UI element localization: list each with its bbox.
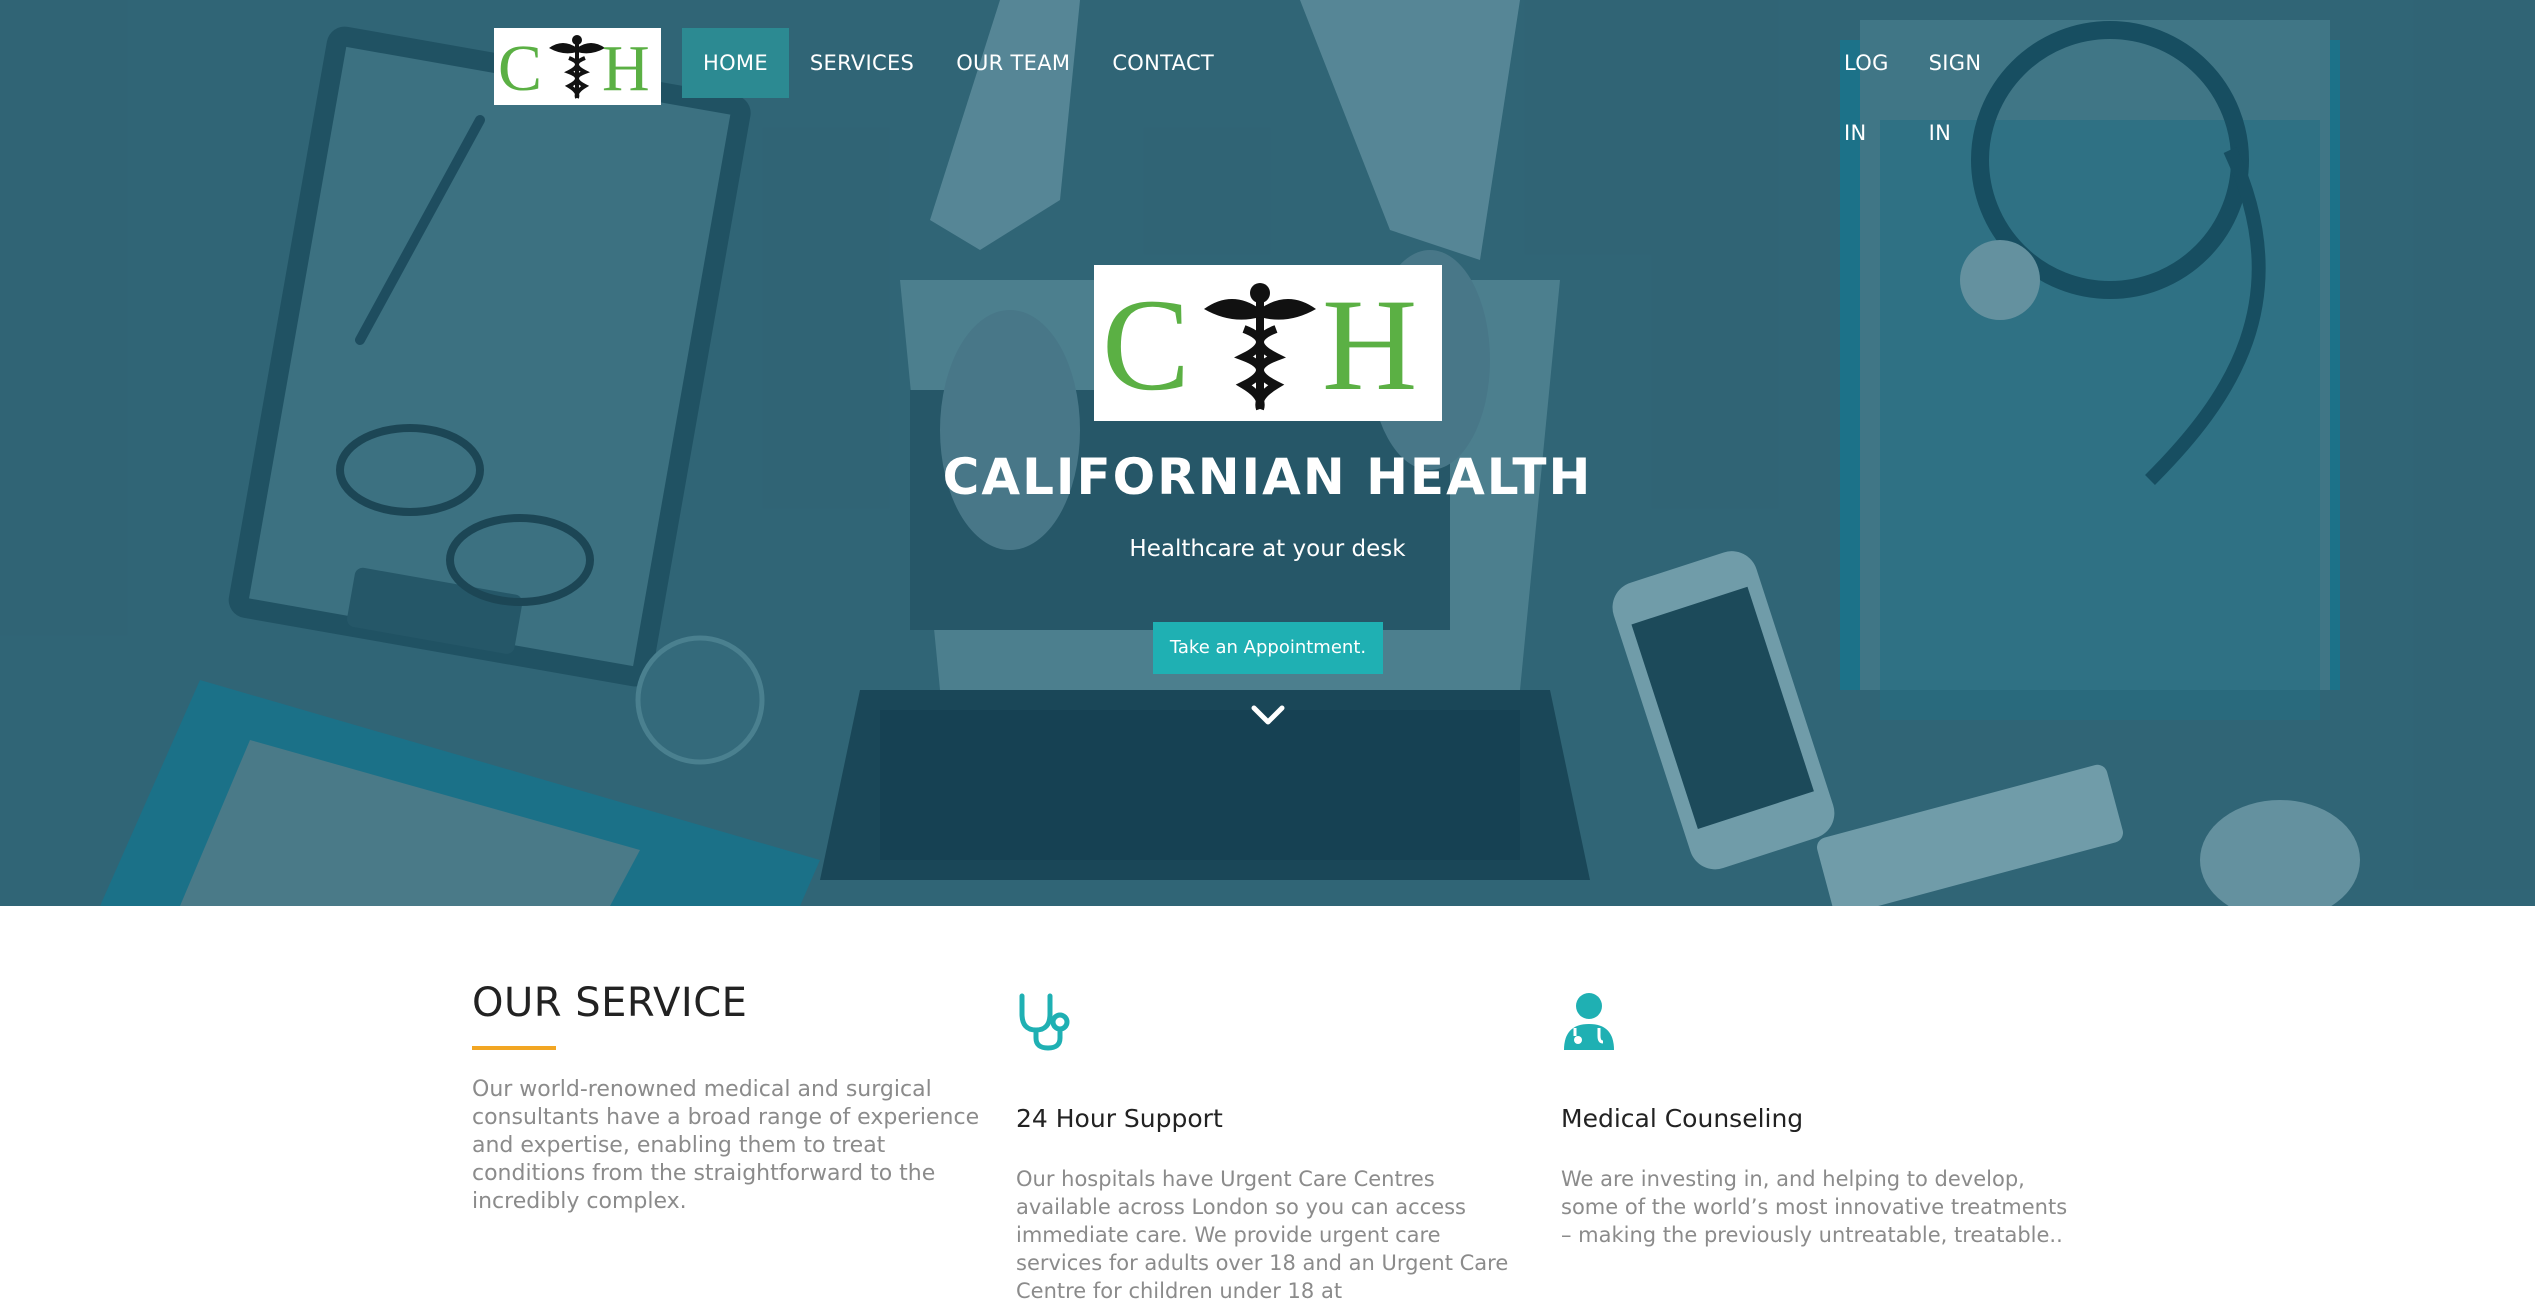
nav-contact[interactable]: CONTACT <box>1091 28 1235 98</box>
hero-logo: C H <box>1094 265 1442 421</box>
card-title: Medical Counseling <box>1561 1104 1804 1133</box>
nav-log-in[interactable]: LOG IN <box>1824 28 1909 145</box>
hero-title: CALIFORNIAN HEALTH <box>942 448 1593 506</box>
nav-services[interactable]: SERVICES <box>789 28 935 98</box>
nav-logo[interactable]: C H <box>494 28 661 105</box>
hero-section: C H HOME SERVICES OUR TEAM CONTACT LOG I… <box>0 0 2535 906</box>
card-text: We are investing in, and helping to deve… <box>1561 1167 2068 1247</box>
hero-logo-letter-h: H <box>1322 271 1417 418</box>
chevron-down-icon[interactable] <box>1249 700 1287 730</box>
nav-our-team[interactable]: OUR TEAM <box>935 28 1091 98</box>
title-underline <box>472 1046 556 1050</box>
hero-subtitle: Healthcare at your desk <box>1129 536 1406 562</box>
doctor-icon <box>1564 993 1614 1050</box>
services-section: OUR SERVICE Our world-renowned medical a… <box>0 906 2535 1303</box>
hero-logo-letter-c: C <box>1102 271 1190 418</box>
take-appointment-button[interactable]: Take an Appointment. <box>1153 622 1383 674</box>
card-title: 24 Hour Support <box>1016 1104 1223 1133</box>
caduceus-icon <box>549 35 605 99</box>
service-card-medical-counseling: Medical Counseling We are investing in, … <box>1561 992 2071 1249</box>
nav-sign-in[interactable]: SIGN IN <box>1909 28 2002 145</box>
services-title: OUR SERVICE <box>472 980 748 1026</box>
services-intro: Our world-renowned medical and surgical … <box>472 1077 980 1214</box>
main-nav: HOME SERVICES OUR TEAM CONTACT <box>682 28 1235 98</box>
caduceus-icon <box>1204 283 1316 411</box>
nav-home[interactable]: HOME <box>682 28 789 98</box>
logo-letter-h: H <box>602 32 650 105</box>
stethoscope-icon <box>1019 993 1070 1051</box>
card-text: Our hospitals have Urgent Care Centres a… <box>1016 1167 1509 1303</box>
logo-letter-c: C <box>498 32 542 105</box>
service-card-24-hour-support: 24 Hour Support Our hospitals have Urgen… <box>1016 992 1526 1305</box>
